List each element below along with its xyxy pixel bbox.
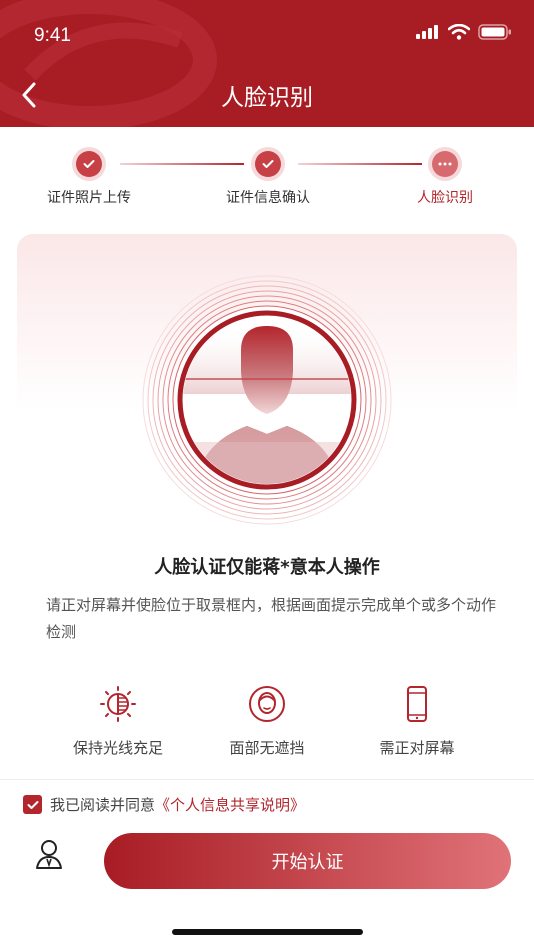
step-face-recognition: 人脸识别 bbox=[380, 151, 510, 207]
agreement-text: 我已阅读并同意 bbox=[50, 796, 156, 814]
tip-label: 面部无遮挡 bbox=[229, 739, 305, 757]
customer-service-button[interactable] bbox=[34, 838, 64, 872]
capture-tips: 保持光线充足 面部无遮挡 需正对屏幕 bbox=[0, 683, 534, 763]
step-label: 人脸识别 bbox=[417, 190, 473, 206]
app-header: 9:41 人脸识别 bbox=[0, 0, 534, 127]
phone-icon bbox=[407, 686, 427, 722]
page-title: 人脸识别 bbox=[221, 85, 313, 111]
tip-label: 需正对屏幕 bbox=[379, 739, 455, 757]
status-icons bbox=[416, 24, 512, 40]
more-dots-icon bbox=[438, 162, 452, 166]
step-label: 证件信息确认 bbox=[226, 190, 310, 206]
check-icon bbox=[262, 160, 274, 168]
progress-stepper: 证件照片上传 证件信息确认 人脸识别 bbox=[0, 127, 534, 217]
signal-icon bbox=[416, 25, 438, 39]
divider bbox=[0, 779, 534, 780]
face-auth-notice-title: 人脸认证仅能蒋*意本人操作 bbox=[154, 557, 380, 578]
step-label: 证件照片上传 bbox=[47, 190, 131, 206]
step-complete-indicator bbox=[76, 151, 102, 177]
light-bulb-icon bbox=[100, 686, 136, 722]
user-service-icon bbox=[36, 840, 62, 869]
status-time: 9:41 bbox=[34, 25, 71, 46]
tip-face-screen: 需正对屏幕 bbox=[347, 683, 487, 758]
agreement-checkbox[interactable] bbox=[23, 795, 42, 814]
tip-lighting: 保持光线充足 bbox=[48, 683, 188, 758]
tip-label: 保持光线充足 bbox=[72, 739, 163, 757]
step-id-photo-upload: 证件照片上传 bbox=[24, 151, 154, 207]
face-auth-instructions: 请正对屏幕并使脸位于取景框内，根据画面提示完成单个或多个动作检测 bbox=[46, 596, 497, 641]
agreement-row: 我已阅读并同意 《个人信息共享说明》 bbox=[23, 794, 305, 815]
start-verification-button[interactable]: 开始认证 bbox=[104, 833, 511, 889]
tip-face-unobstructed: 面部无遮挡 bbox=[197, 683, 337, 758]
battery-icon bbox=[478, 24, 511, 40]
wifi-icon bbox=[448, 24, 470, 40]
step-complete-indicator bbox=[255, 151, 281, 177]
privacy-policy-link[interactable]: 《个人信息共享说明》 bbox=[155, 794, 305, 815]
step-active-indicator bbox=[432, 151, 458, 177]
step-id-info-confirm: 证件信息确认 bbox=[203, 151, 333, 207]
check-icon bbox=[83, 160, 95, 168]
home-indicator bbox=[172, 929, 363, 935]
face-frame bbox=[142, 275, 392, 525]
check-icon bbox=[27, 800, 38, 809]
face-icon bbox=[249, 686, 285, 722]
face-capture-card bbox=[17, 234, 517, 554]
